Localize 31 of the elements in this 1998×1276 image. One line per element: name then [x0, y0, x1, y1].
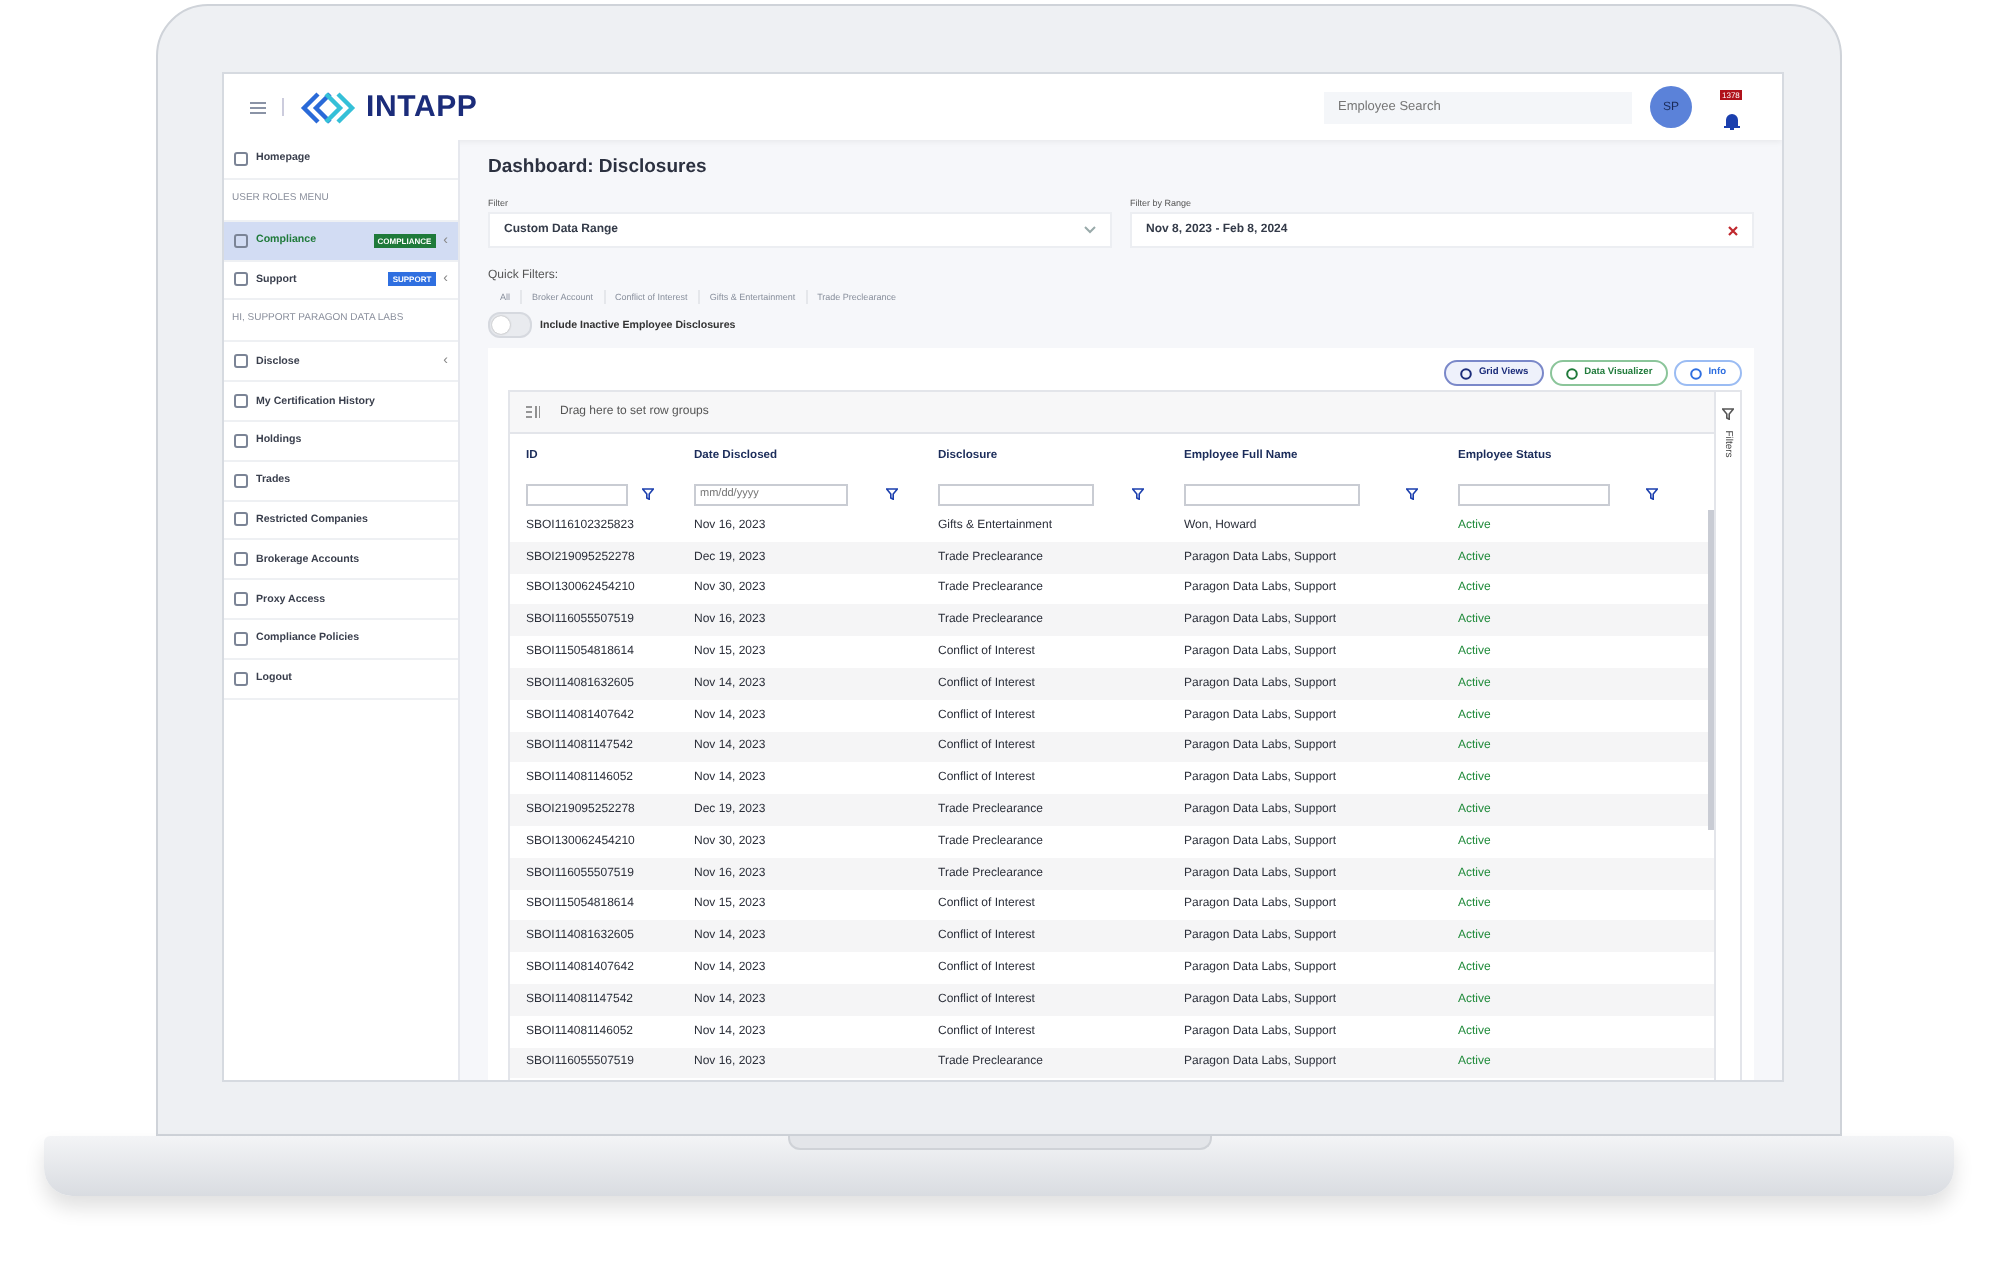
filter-icon[interactable] — [642, 488, 654, 500]
logo-icon — [300, 91, 356, 123]
column-filter-field[interactable] — [1458, 483, 1610, 505]
bell-icon[interactable] — [1724, 111, 1740, 129]
square-icon — [234, 552, 248, 567]
square-icon — [234, 354, 248, 369]
chevron-down-icon — [1084, 226, 1096, 234]
square-icon — [234, 433, 248, 448]
column-filter-field[interactable] — [1184, 483, 1360, 505]
close-icon[interactable] — [1728, 225, 1738, 235]
column-filter-field[interactable] — [526, 483, 628, 505]
filter-icon[interactable] — [1406, 488, 1418, 500]
square-icon — [234, 394, 248, 409]
square-icon — [234, 151, 248, 166]
toggle-switch[interactable] — [488, 312, 532, 338]
row-groups-icon — [526, 406, 540, 418]
filter-icon[interactable] — [1722, 408, 1734, 420]
filter-icon[interactable] — [1132, 488, 1144, 500]
square-icon — [234, 512, 248, 527]
menu-icon[interactable] — [250, 101, 266, 113]
square-icon — [234, 233, 248, 248]
filter-icon[interactable] — [1646, 488, 1658, 500]
page-title: Dashboard: Disclosures — [488, 156, 709, 178]
filter-icon[interactable] — [886, 488, 898, 500]
brand-name: INTAPP — [366, 90, 478, 124]
square-icon — [234, 671, 248, 686]
column-filter-field[interactable] — [938, 483, 1095, 505]
square-icon — [234, 473, 248, 488]
square-icon — [234, 272, 248, 287]
square-icon — [234, 592, 248, 607]
square-icon — [234, 631, 248, 646]
